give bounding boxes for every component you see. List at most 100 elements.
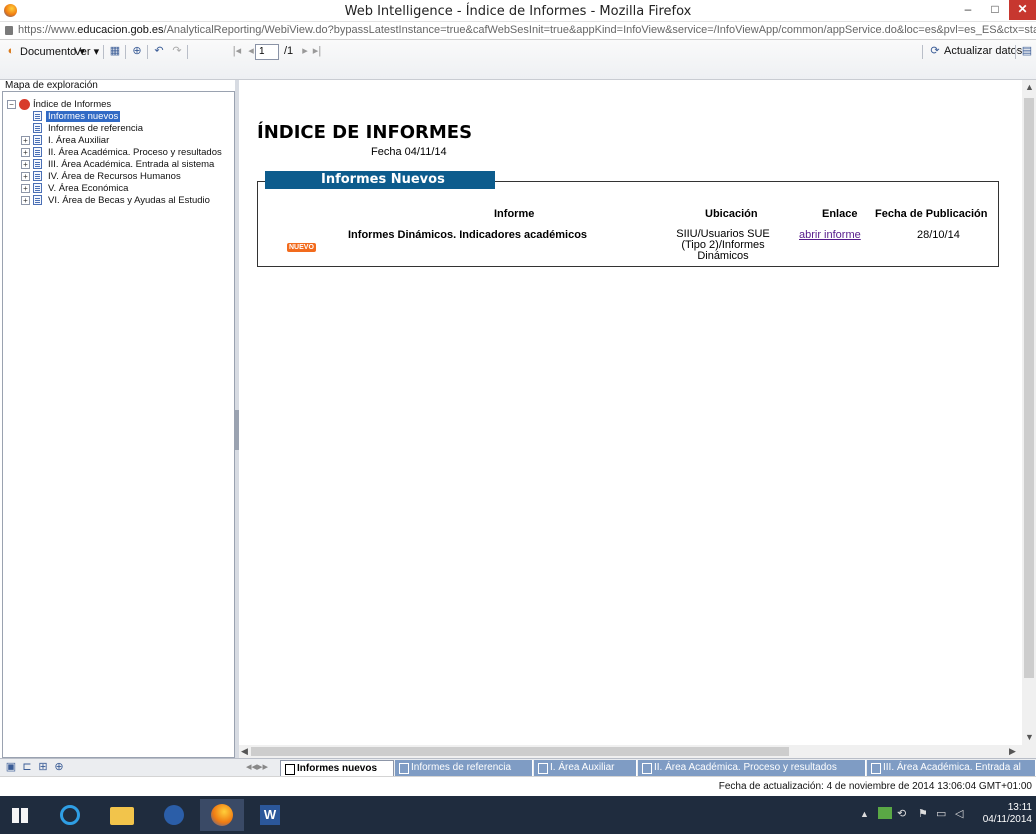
navigation-map-icon[interactable]: ▦ [108, 45, 122, 58]
internet-explorer-icon [60, 805, 80, 825]
expand-toggle[interactable]: + [21, 196, 30, 205]
expand-toggle[interactable]: + [21, 148, 30, 157]
column-header-informe: Informe [494, 208, 535, 220]
expand-toggle[interactable]: + [21, 172, 30, 181]
document-icon [33, 123, 42, 133]
document-icon [33, 147, 42, 157]
ver-menu[interactable]: Ver ▾ [74, 45, 99, 58]
last-page-icon[interactable]: ▸| [310, 45, 324, 58]
view-icon[interactable]: ▤ [1020, 45, 1034, 58]
tree-item-recursos-humanos[interactable]: IV. Área de Recursos Humanos [48, 171, 181, 182]
find-icon[interactable]: ⊕ [130, 45, 144, 58]
firefox-icon [211, 804, 233, 826]
tree-item-becas-ayudas[interactable]: VI. Área de Becas y Ayudas al Estudio [48, 195, 210, 206]
close-button[interactable]: ✕ [1009, 0, 1036, 20]
column-header-enlace: Enlace [822, 208, 858, 220]
tab-area-auxiliar[interactable]: I. Área Auxiliar [534, 760, 637, 776]
windows-logo-icon [12, 808, 28, 823]
refresh-data-button[interactable]: Actualizar datos [944, 45, 1022, 57]
tree-item-area-economica[interactable]: V. Área Económica [48, 183, 128, 194]
tab-informes-referencia[interactable]: Informes de referencia [395, 760, 533, 776]
page-number-input[interactable]: 1 [255, 44, 279, 60]
status-bar: Fecha de actualización: 4 de noviembre d… [0, 776, 1036, 794]
tree-item-area-academica-proceso[interactable]: II. Área Académica. Proceso y resultados [48, 147, 222, 158]
section-header: Informes Nuevos [265, 171, 495, 189]
column-header-ubicacion: Ubicación [705, 208, 758, 220]
toolbar-divider [147, 45, 148, 59]
toolbar-divider [187, 45, 188, 59]
network-icon[interactable]: ▭ [936, 807, 946, 820]
scroll-right-icon[interactable]: ▶ [1009, 746, 1016, 757]
report-date: Fecha 04/11/14 [371, 146, 447, 158]
outline-icon[interactable]: ⊏ [20, 761, 34, 774]
expand-toggle[interactable]: + [21, 136, 30, 145]
first-page-icon[interactable]: |◂ [230, 45, 244, 58]
report-name: Informes Dinámicos. Indicadores académic… [348, 229, 588, 241]
url-prefix: https://www. [18, 24, 78, 36]
nvidia-icon[interactable] [878, 807, 892, 819]
toolbar-divider [1015, 45, 1016, 59]
toolbar-divider [922, 45, 923, 59]
report-toolbar: ◐ Documento ▾ Ver ▾ ▦ ⊕ ↶ ↷ |◂ ◂ 1 /1 ▸ … [0, 40, 1036, 80]
publication-date: 28/10/14 [917, 229, 960, 241]
navigation-map-panel: − Índice de Informes Informes nuevos Inf… [2, 91, 235, 758]
document-icon[interactable]: ◐ [4, 45, 18, 58]
search-icon[interactable]: ⊕ [52, 761, 66, 774]
page-total: /1 [284, 45, 294, 57]
open-report-link[interactable]: abrir informe [799, 229, 861, 241]
new-reports-box [257, 181, 999, 267]
horizontal-scrollbar[interactable]: ◀ ▶ [239, 745, 1022, 758]
show-hidden-icons[interactable]: ▲ [860, 809, 869, 819]
lock-icon [5, 26, 13, 35]
collapse-toggle[interactable]: − [7, 100, 16, 109]
tree-item-area-academica-entrada[interactable]: III. Área Académica. Entrada al sistema [48, 159, 214, 170]
vertical-scroll-thumb[interactable] [1024, 98, 1034, 678]
minimize-button[interactable]: – [955, 0, 981, 20]
tab-navigation-icon[interactable]: ◂◂▸▸ [240, 761, 274, 774]
documento-label: Documento [20, 46, 77, 58]
taskbar-file-explorer[interactable] [100, 799, 144, 831]
taskbar-thunderbird[interactable] [152, 799, 196, 831]
horizontal-scroll-thumb[interactable] [251, 747, 789, 756]
system-clock[interactable]: 13:11 04/11/2014 [983, 802, 1032, 826]
navigation-map-header: Mapa de exploración [5, 80, 98, 91]
windows-taskbar: W ▲ ⟲ ⚑ ▭ ◁ 13:11 04/11/2014 [0, 796, 1036, 834]
report-location: SIIU/Usuarios SUE (Tipo 2)/Informes Diná… [669, 229, 777, 262]
filter-icon[interactable]: ⊞ [36, 761, 50, 774]
new-badge: NUEVO [287, 243, 316, 252]
undo-icon[interactable]: ↶ [152, 45, 166, 58]
report-root-icon [19, 99, 30, 110]
document-icon [33, 183, 42, 193]
report-title: ÍNDICE DE INFORMES [257, 122, 473, 143]
structure-icon[interactable]: ▣ [4, 761, 18, 774]
folder-icon [110, 807, 134, 825]
report-canvas: ÍNDICE DE INFORMES Fecha 04/11/14 Inform… [239, 80, 1022, 745]
vertical-scrollbar[interactable]: ▲ ▼ [1022, 80, 1036, 758]
refresh-icon[interactable]: ⟳ [928, 45, 942, 58]
tree-item-informes-nuevos[interactable]: Informes nuevos [46, 111, 121, 122]
clock-date: 04/11/2014 [982, 814, 1032, 825]
tab-area-academica-proceso[interactable]: II. Área Académica. Proceso y resultados [638, 760, 866, 776]
tab-informes-nuevos[interactable]: Informes nuevos [280, 760, 394, 776]
scroll-up-icon[interactable]: ▲ [1025, 82, 1034, 92]
start-button[interactable] [0, 799, 40, 831]
expand-toggle[interactable]: + [21, 184, 30, 193]
open-report-link-text[interactable]: abrir informe [799, 229, 861, 241]
maximize-button[interactable]: □ [982, 0, 1008, 20]
redo-icon[interactable]: ↷ [170, 45, 184, 58]
tab-area-academica-entrada[interactable]: III. Área Académica. Entrada al [867, 760, 1036, 776]
network-sync-icon[interactable]: ⟲ [897, 807, 906, 820]
taskbar-word[interactable]: W [248, 799, 292, 831]
address-bar[interactable]: https://www.educacion.gob.es/AnalyticalR… [0, 22, 1036, 40]
mail-client-icon [164, 805, 184, 825]
taskbar-firefox[interactable] [200, 799, 244, 831]
taskbar-internet-explorer[interactable] [48, 799, 92, 831]
tree-item-area-auxiliar[interactable]: I. Área Auxiliar [48, 135, 109, 146]
flag-icon[interactable]: ⚑ [918, 807, 928, 820]
scroll-left-icon[interactable]: ◀ [241, 746, 248, 757]
tree-item-informes-referencia[interactable]: Informes de referencia [48, 123, 143, 134]
scroll-down-icon[interactable]: ▼ [1025, 732, 1034, 742]
expand-toggle[interactable]: + [21, 160, 30, 169]
volume-icon[interactable]: ◁ [955, 807, 963, 820]
tree-root[interactable]: Índice de Informes [33, 99, 111, 110]
